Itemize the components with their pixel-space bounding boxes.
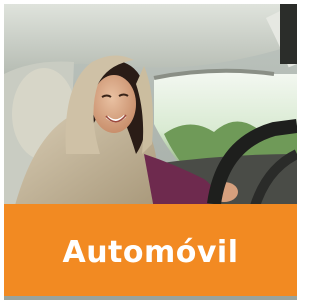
category-banner: Automóvil — [4, 204, 297, 296]
category-tile-automovil[interactable]: Automóvil — [0, 0, 301, 304]
category-label: Automóvil — [62, 234, 239, 270]
